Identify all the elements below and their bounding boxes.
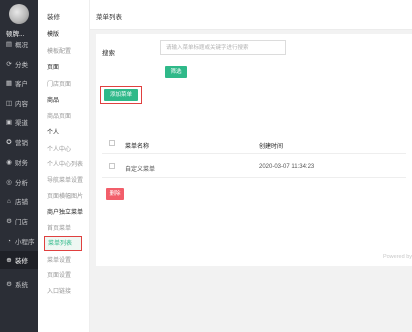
column-header-name: 菜单名称	[125, 144, 150, 150]
store-icon: ⚙	[6, 218, 12, 225]
sidebar-item-analytics[interactable]: ◎ 分析	[0, 173, 38, 191]
sidebar-item-label: 营销	[15, 140, 28, 147]
submenu-item[interactable]: 商品页面	[47, 111, 71, 120]
submenu-item[interactable]: 商户独立菜单	[47, 207, 83, 216]
decoration-icon: ⊕	[6, 257, 12, 264]
sidebar-item-customer[interactable]: ▦ 客户	[0, 74, 38, 92]
add-menu-highlight: 添加菜单	[100, 86, 142, 104]
mini-program-icon: ◔	[7, 237, 11, 245]
finance-icon: ◉	[6, 159, 12, 166]
sidebar-item-label: 小程序	[15, 239, 35, 246]
shop-logo-icon[interactable]	[9, 4, 29, 24]
sidebar-item-marketing[interactable]: ✪ 营销	[0, 133, 38, 151]
sidebar-item-label: 渠道	[15, 120, 28, 127]
submenu-item[interactable]: 入口链接	[47, 286, 71, 295]
sidebar-item-category[interactable]: ⟳ 分类	[0, 55, 38, 73]
sidebar-item-label: 装修	[15, 258, 28, 265]
row-checkbox[interactable]	[109, 163, 115, 169]
submenu-item[interactable]: 个人中心	[47, 144, 71, 153]
submenu-item[interactable]: 页面横幅图片	[47, 191, 83, 200]
app-window: 顿牌... ▤ 概况 ⟳ 分类 ▦ 客户 ◫ 内容 ▣ 渠道 ✪ 营销 ◉ 财务 ◎ 分析 ⌂ 店铺 ⚙ 门店 ◔ 小程序…	[0, 0, 412, 332]
channel-icon: ▣	[5, 119, 13, 126]
system-icon: ⚙	[6, 281, 12, 288]
search-label: 搜索	[102, 50, 115, 57]
sidebar-item-decoration[interactable]: ⊕ 装修	[0, 251, 38, 269]
sidebar-item-shop[interactable]: ⌂ 店铺	[0, 192, 38, 210]
main-content: 菜单列表 搜索 筛选 添加菜单 菜单名称 创建时间 自定义菜单 2020-03-…	[90, 0, 412, 332]
submenu-item[interactable]: 个人	[47, 127, 59, 136]
primary-sidebar: 顿牌... ▤ 概况 ⟳ 分类 ▦ 客户 ◫ 内容 ▣ 渠道 ✪ 营销 ◉ 财务 ◎ 分析 ⌂ 店铺 ⚙ 门店 ◔ 小程序…	[0, 0, 38, 332]
submenu-item[interactable]: 门店页面	[47, 79, 71, 88]
created-time-cell: 2020-03-07 11:34:23	[259, 164, 315, 170]
submenu-item[interactable]: 个人中心列表	[47, 159, 83, 168]
secondary-menu-title: 装修	[47, 14, 60, 21]
sidebar-item-label: 分析	[15, 180, 28, 187]
sidebar-item-store[interactable]: ⚙ 门店	[0, 212, 38, 230]
sidebar-item-label: 内容	[15, 101, 28, 108]
sidebar-item-system[interactable]: ⚙ 系统	[0, 275, 38, 293]
submenu-item[interactable]: 页面设置	[47, 270, 71, 279]
sidebar-item-label: 客户	[15, 81, 28, 88]
filter-button[interactable]: 筛选	[165, 66, 187, 78]
add-menu-button[interactable]: 添加菜单	[104, 89, 138, 101]
sidebar-item-label: 财务	[15, 160, 28, 167]
submenu-item[interactable]: 首页菜单	[47, 223, 71, 232]
sidebar-item-label: 系统	[15, 282, 28, 289]
sidebar-item-label: 门店	[15, 219, 28, 226]
sidebar-item-channel[interactable]: ▣ 渠道	[0, 113, 38, 131]
submenu-item[interactable]: 页面	[47, 62, 59, 71]
submenu-item[interactable]: 菜单设置	[47, 255, 71, 264]
delete-button[interactable]: 删除	[106, 188, 124, 200]
search-input[interactable]	[160, 40, 286, 55]
customer-icon: ▦	[5, 80, 13, 87]
sidebar-item-overview[interactable]: ▤ 概况	[0, 35, 38, 53]
submenu-item-menu-list[interactable]: 菜单列表	[44, 236, 82, 251]
sidebar-item-label: 店铺	[15, 199, 28, 206]
shop-icon: ⌂	[7, 197, 11, 205]
secondary-menu: 装修 模版模板配置页面门店页面商品商品页面个人个人中心个人中心列表 导航菜单设置页…	[38, 0, 90, 332]
analytics-icon: ◎	[6, 179, 12, 186]
submenu-item[interactable]: 导航菜单设置	[47, 175, 83, 184]
submenu-item[interactable]: 模版	[47, 29, 59, 38]
column-header-created: 创建时间	[259, 144, 284, 150]
sidebar-item-content[interactable]: ◫ 内容	[0, 94, 38, 112]
sidebar-item-label: 分类	[15, 62, 28, 69]
sidebar-item-mini-program[interactable]: ◔ 小程序	[0, 232, 38, 250]
marketing-icon: ✪	[6, 139, 12, 146]
sidebar-item-label: 概况	[15, 42, 28, 49]
powered-by-footer: Powered by	[382, 254, 412, 260]
category-icon: ⟳	[6, 61, 12, 68]
overview-icon: ▤	[5, 41, 13, 48]
submenu-item[interactable]: 模板配置	[47, 46, 71, 55]
page-header: 菜单列表	[90, 0, 412, 30]
select-all-checkbox[interactable]	[109, 140, 115, 146]
breadcrumb: 菜单列表	[96, 14, 122, 21]
row-divider	[102, 177, 406, 178]
content-icon: ◫	[5, 100, 13, 107]
sidebar-item-finance[interactable]: ◉ 财务	[0, 153, 38, 171]
header-divider	[102, 153, 406, 154]
menu-name-cell[interactable]: 自定义菜单	[125, 164, 155, 173]
menu-list-card: 搜索 筛选 添加菜单 菜单名称 创建时间 自定义菜单 2020-03-07 11…	[96, 34, 412, 266]
submenu-item[interactable]: 商品	[47, 95, 59, 104]
